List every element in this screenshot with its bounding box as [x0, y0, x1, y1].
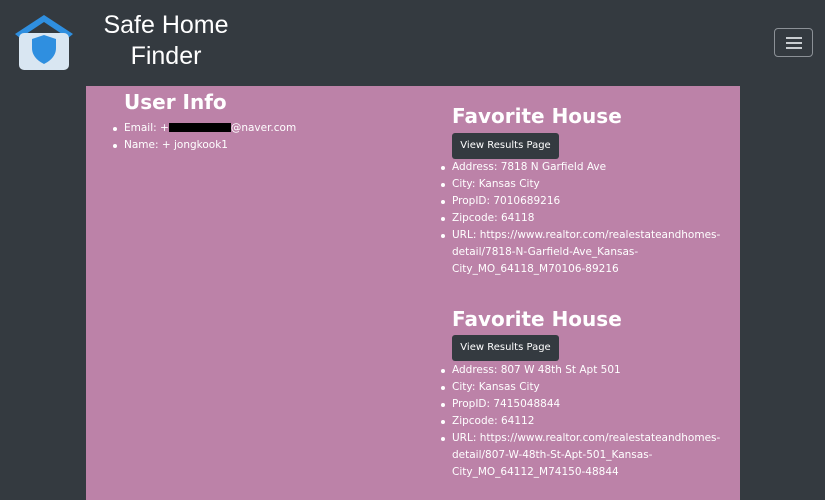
user-info-list: Email: + @naver.com Name: + jongkook1: [112, 120, 297, 154]
url-item: URL: https://www.realtor.com/realestatea…: [440, 227, 721, 278]
hamburger-icon-bar: [786, 42, 802, 44]
propid-item: PropID: 7415048844: [440, 396, 720, 413]
favorite-house-title: Favorite House: [452, 104, 622, 128]
email-item: Email: + @naver.com: [112, 120, 297, 137]
user-info-title: User Info: [124, 90, 227, 114]
zipcode-item: Zipcode: 64112: [440, 413, 720, 430]
favorite-house-details: Address: 807 W 48th St Apt 501 City: Kan…: [440, 362, 721, 481]
propid-item: PropID: 7010689216: [440, 193, 720, 210]
url-line: City_MO_64112_M74150-48844: [452, 466, 619, 478]
menu-toggle-button[interactable]: [774, 28, 813, 57]
redaction-bar: [168, 122, 231, 132]
hamburger-icon: [786, 37, 802, 39]
city-item: City: Kansas City: [440, 176, 720, 193]
zipcode-item: Zipcode: 64118: [440, 210, 720, 227]
address-item: Address: 807 W 48th St Apt 501: [440, 362, 720, 379]
url-line: URL: https://www.realtor.com/realestatea…: [452, 432, 721, 444]
url-line: URL: https://www.realtor.com/realestatea…: [452, 229, 721, 241]
url-line: City_MO_64118_M70106-89216: [452, 263, 619, 275]
url-line: detail/7818-N-Garfield-Ave_Kansas-: [452, 246, 639, 258]
address-item: Address: 7818 N Garfield Ave: [440, 159, 720, 176]
view-results-button[interactable]: View Results Page: [452, 133, 559, 159]
shield-home-icon[interactable]: [13, 13, 75, 71]
email-suffix: @naver.com: [230, 122, 297, 134]
email-prefix: Email: +: [124, 122, 169, 134]
name-item: Name: + jongkook1: [112, 137, 296, 154]
city-item: City: Kansas City: [440, 379, 720, 396]
hamburger-icon-bar: [786, 47, 802, 49]
view-results-button[interactable]: View Results Page: [452, 335, 559, 361]
brand-title[interactable]: Safe Home Finder: [80, 10, 252, 72]
favorite-house-details: Address: 7818 N Garfield Ave City: Kansa…: [440, 159, 721, 278]
url-item: URL: https://www.realtor.com/realestatea…: [440, 430, 721, 481]
top-navbar: Safe Home Finder: [0, 0, 825, 86]
profile-panel: User Info Email: + @naver.com Name: + jon…: [86, 86, 740, 500]
url-line: detail/807-W-48th-St-Apt-501_Kansas-: [452, 449, 653, 461]
favorite-house-title: Favorite House: [452, 307, 622, 331]
